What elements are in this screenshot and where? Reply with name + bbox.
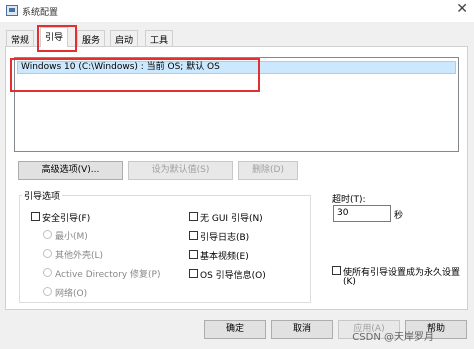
permanent-label-line2: (K)	[343, 277, 356, 287]
base-video-label: 基本视频(E)	[200, 252, 249, 262]
title-bar	[0, 0, 474, 22]
tab-startup[interactable]: 启动	[110, 30, 139, 46]
tab-tools[interactable]: 工具	[145, 30, 174, 46]
network-radio[interactable]	[43, 287, 52, 296]
minimal-label: 最小(M)	[55, 232, 88, 242]
os-boot-info-label: OS 引导信息(O)	[200, 271, 266, 281]
highlight-boot-entry	[10, 58, 260, 92]
boot-log-label: 引导日志(B)	[200, 233, 250, 243]
set-default-button[interactable]: 设为默认值(S)	[128, 161, 233, 180]
permanent-checkbox[interactable]	[332, 266, 341, 275]
tab-services[interactable]: 服务	[77, 30, 106, 46]
network-label: 网络(O)	[55, 289, 88, 299]
close-icon[interactable]: ✕	[456, 1, 468, 17]
boot-options-title: 引导选项	[22, 189, 63, 202]
os-boot-info-checkbox[interactable]	[189, 269, 198, 278]
advanced-options-button[interactable]: 高级选项(V)...	[18, 161, 123, 180]
alternate-shell-label: 其他外壳(L)	[55, 251, 104, 261]
no-gui-checkbox[interactable]	[189, 212, 198, 221]
alternate-shell-radio[interactable]	[43, 249, 52, 258]
active-directory-label: Active Directory 修复(P)	[55, 270, 161, 280]
safe-boot-label: 安全引导(F)	[42, 214, 91, 224]
watermark: CSDN @天岸罗月	[352, 332, 434, 343]
base-video-checkbox[interactable]	[189, 250, 198, 259]
ok-button[interactable]: 确定	[204, 320, 266, 339]
cancel-button[interactable]: 取消	[271, 320, 333, 339]
active-directory-radio[interactable]	[43, 268, 52, 277]
delete-button[interactable]: 删除(D)	[238, 161, 298, 180]
safe-boot-checkbox[interactable]	[31, 212, 40, 221]
window-title: 系统配置	[22, 8, 59, 18]
no-gui-label: 无 GUI 引导(N)	[200, 214, 263, 224]
boot-log-checkbox[interactable]	[189, 231, 198, 240]
timeout-input[interactable]: 30	[333, 205, 391, 222]
minimal-radio[interactable]	[43, 230, 52, 239]
timeout-unit: 秒	[394, 211, 404, 221]
system-config-icon	[6, 5, 18, 16]
permanent-label-line1: 使所有引导设置成为永久设置	[343, 268, 461, 278]
tab-general[interactable]: 常规	[6, 30, 35, 46]
timeout-label: 超时(T):	[332, 195, 366, 205]
highlight-boot-tab	[37, 25, 77, 52]
